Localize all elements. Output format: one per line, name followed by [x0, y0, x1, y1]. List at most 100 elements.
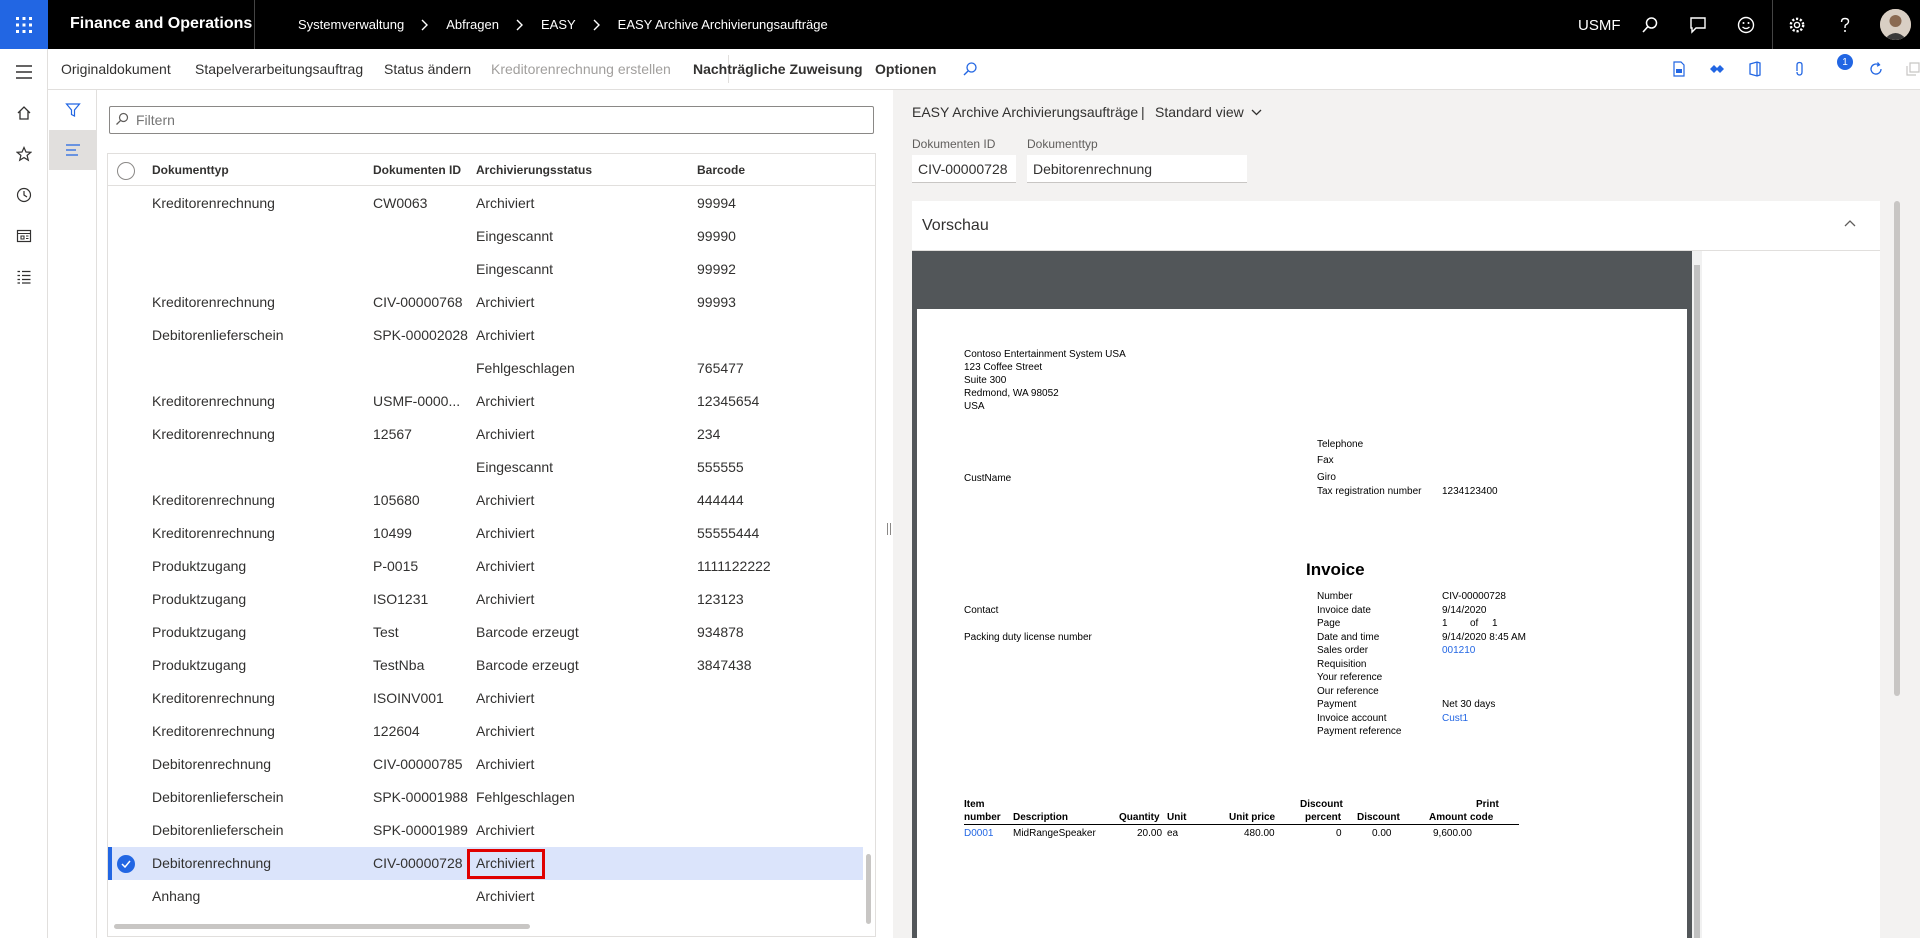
filter-icon[interactable] [49, 90, 97, 130]
column-header-dokumenten-id[interactable]: Dokumenten ID [373, 163, 461, 177]
filter-input[interactable] [109, 106, 874, 134]
doc-id-field[interactable]: CIV-00000728 [912, 155, 1016, 183]
home-icon[interactable] [13, 102, 35, 124]
table-row[interactable]: Kreditorenrechnung ISOINV001 Archiviert [108, 682, 863, 715]
vertical-scrollbar[interactable] [866, 854, 871, 924]
nachtraegliche-zuweisung-button[interactable]: Nachträgliche Zuweisung [693, 61, 863, 77]
cell-dokumenten-id: USMF-0000... [373, 393, 461, 409]
table-row[interactable]: Kreditorenrechnung 10499 Archiviert 5555544… [108, 517, 863, 550]
breadcrumb-item-easy[interactable]: EASY [541, 17, 576, 32]
sales-order-link[interactable]: 001210 [1442, 645, 1475, 656]
app-title[interactable]: Finance and Operations [70, 15, 252, 33]
table-row[interactable]: Kreditorenrechnung 105680 Archiviert 444444 [108, 484, 863, 517]
table-row[interactable]: Debitorenlieferschein SPK-00001989 Archivi… [108, 814, 863, 847]
table-row[interactable]: Eingescannt 99992 [108, 253, 863, 286]
cell-dokumenttyp: Produktzugang [152, 624, 247, 640]
column-header-archivierungsstatus[interactable]: Archivierungsstatus [476, 163, 592, 177]
cell-dokumenten-id: SPK-00001988 [373, 789, 468, 805]
invoice-account-link[interactable]: Cust1 [1442, 713, 1468, 724]
cell-archivierungsstatus: Eingescannt [476, 228, 554, 244]
table-row[interactable]: Produktzugang ISO1231 Archiviert 123123 [108, 583, 863, 616]
star-icon[interactable] [13, 143, 35, 165]
breadcrumb-item-systemverwaltung[interactable]: Systemverwaltung [298, 17, 404, 32]
cell-dokumenttyp: Kreditorenrechnung [152, 525, 275, 541]
chevron-up-icon[interactable] [1844, 219, 1856, 227]
preview-title: Vorschau [922, 217, 989, 234]
office-document-icon[interactable] [1669, 59, 1689, 79]
horizontal-scrollbar[interactable] [114, 924, 530, 929]
cell-archivierungsstatus: Archiviert [476, 756, 535, 772]
preview-header[interactable]: Vorschau [912, 201, 1880, 251]
avatar[interactable] [1880, 9, 1911, 40]
refresh-icon[interactable] [1866, 59, 1886, 79]
optionen-button[interactable]: Optionen [875, 61, 936, 77]
table-header: Amount [1429, 812, 1467, 823]
table-row[interactable]: Kreditorenrechnung CIV-00000768 Archiviert… [108, 286, 863, 319]
table-row[interactable]: Eingescannt 555555 [108, 451, 863, 484]
table-row[interactable]: Debitorenrechnung CIV-00000785 Archiviert [108, 748, 863, 781]
table-row[interactable]: Eingescannt 99990 [108, 220, 863, 253]
cell-dokumenten-id: CIV-00000768 [373, 294, 463, 310]
view-selector[interactable]: Standard view [1155, 104, 1262, 120]
item-number-link[interactable]: D0001 [964, 828, 993, 839]
detail-scrollbar[interactable] [1894, 201, 1900, 696]
workspaces-icon[interactable] [13, 225, 35, 247]
search-icon [115, 112, 129, 126]
column-header-dokumenttyp[interactable]: Dokumenttyp [152, 163, 229, 177]
select-all-checkbox[interactable] [117, 162, 135, 180]
table-row[interactable]: Kreditorenrechnung 122604 Archiviert [108, 715, 863, 748]
breadcrumb-item-current[interactable]: EASY Archive Archivierungsaufträge [618, 17, 828, 32]
pane-splitter-handle[interactable] [886, 522, 892, 536]
originaldokument-button[interactable]: Originaldokument [61, 61, 171, 77]
info-label: Payment [1317, 699, 1357, 710]
recent-clock-icon[interactable] [13, 184, 35, 206]
table-row[interactable]: Fehlgeschlagen 765477 [108, 352, 863, 385]
doc-type-field[interactable]: Debitorenrechnung [1027, 155, 1247, 183]
column-header-barcode[interactable]: Barcode [697, 163, 745, 177]
modules-list-icon[interactable] [13, 266, 35, 288]
table-header: Unit price [1229, 812, 1276, 823]
table-row[interactable]: Kreditorenrechnung 12567 Archiviert 234 [108, 418, 863, 451]
search-icon[interactable] [1637, 12, 1663, 38]
stapelverarbeitungsauftrag-button[interactable]: Stapelverarbeitungsauftrag [195, 61, 363, 77]
status-aendern-button[interactable]: Status ändern [384, 61, 471, 77]
table-row[interactable]: Debitorenrechnung CIV-00000728 Archiviert [108, 847, 863, 880]
table-row[interactable]: Debitorenlieferschein SPK-00002028 Archivi… [108, 319, 863, 352]
table-header: Discount [1357, 812, 1400, 823]
page-of: of [1470, 618, 1479, 629]
table-row[interactable]: Anhang Archiviert [108, 880, 863, 913]
table-row[interactable]: Kreditorenrechnung CW0063 Archiviert 99994 [108, 187, 863, 220]
info-label: Date and time [1317, 632, 1380, 643]
attachment-icon[interactable] [1790, 59, 1810, 79]
company-line: Suite 300 [964, 375, 1007, 386]
breadcrumb-item-abfragen[interactable]: Abfragen [446, 17, 499, 32]
viewer-scrollbar[interactable] [1694, 265, 1700, 938]
table-row[interactable]: Produktzugang TestNba Barcode erzeugt 38474… [108, 649, 863, 682]
company-picker[interactable]: USMF [1578, 17, 1621, 34]
hamburger-menu-icon[interactable] [13, 61, 35, 83]
table-row[interactable]: Produktzugang Test Barcode erzeugt 934878 [108, 616, 863, 649]
open-new-window-icon[interactable] [1903, 59, 1920, 79]
cell-archivierungsstatus: Archiviert [476, 558, 535, 574]
gear-icon[interactable] [1784, 12, 1810, 38]
office-icon[interactable] [1745, 59, 1765, 79]
table-row[interactable]: Kreditorenrechnung USMF-0000... Archiviert… [108, 385, 863, 418]
cell-archivierungsstatus: Archiviert [476, 591, 535, 607]
table-row[interactable]: Produktzugang P-0015 Archiviert 1111122222 [108, 550, 863, 583]
message-icon[interactable] [1685, 12, 1711, 38]
invoice-title: Invoice [1306, 560, 1365, 579]
list-view-icon[interactable] [49, 130, 97, 170]
cell-barcode: 765477 [697, 360, 744, 376]
power-apps-icon[interactable] [1707, 59, 1727, 79]
search-icon[interactable] [960, 59, 980, 79]
cell-dokumenten-id: ISOINV001 [373, 690, 444, 706]
contact-label: Telephone [1317, 439, 1364, 450]
table-header: Discount [1300, 799, 1343, 810]
smiley-icon[interactable] [1733, 12, 1759, 38]
help-icon[interactable] [1832, 12, 1858, 38]
table-row[interactable]: Debitorenlieferschein SPK-00001988 Fehlges… [108, 781, 863, 814]
row-selected-checkmark-icon[interactable] [117, 855, 135, 873]
app-launcher-icon[interactable] [0, 0, 48, 49]
cell-dokumenten-id: ISO1231 [373, 591, 429, 607]
kreditorenrechnung-erstellen-button[interactable]: Kreditorenrechnung erstellen [491, 61, 671, 77]
